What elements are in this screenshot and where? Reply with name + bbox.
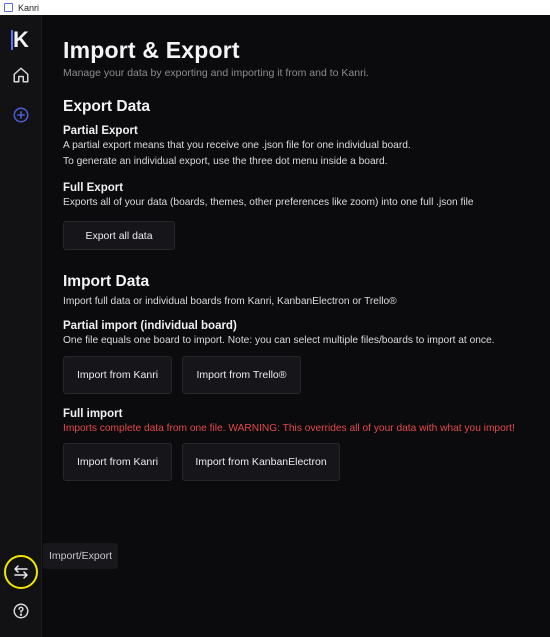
- add-board-button[interactable]: [9, 103, 33, 127]
- app-icon: [4, 3, 13, 12]
- help-icon: [13, 603, 29, 619]
- import-kanbanelectron-button[interactable]: Import from KanbanElectron: [182, 443, 340, 481]
- plus-circle-icon: [13, 107, 29, 123]
- swap-arrows-icon: [14, 565, 28, 579]
- sidebar: K: [0, 15, 42, 637]
- partial-import-desc: One file equals one board to import. Not…: [63, 335, 495, 346]
- full-import-kanri-button[interactable]: Import from Kanri: [63, 443, 172, 481]
- full-export-title: Full Export: [63, 182, 124, 194]
- app-logo[interactable]: K: [9, 27, 33, 53]
- full-import-title: Full import: [63, 408, 123, 420]
- page-title: Import & Export: [63, 37, 240, 63]
- import-trello-button[interactable]: Import from Trello®: [182, 356, 301, 394]
- partial-import-kanri-button[interactable]: Import from Kanri: [63, 356, 172, 394]
- partial-export-title: Partial Export: [63, 125, 138, 137]
- partial-export-desc-2: To generate an individual export, use th…: [63, 156, 388, 167]
- import-section-title: Import Data: [63, 273, 150, 290]
- full-import-warning: Imports complete data from one file. WAR…: [63, 423, 515, 434]
- full-export-desc: Exports all of your data (boards, themes…: [63, 197, 474, 208]
- export-section-title: Export Data: [63, 98, 150, 115]
- partial-import-title: Partial import (individual board): [63, 320, 237, 332]
- import-export-button[interactable]: [9, 560, 33, 584]
- window-titlebar: Kanri: [0, 0, 550, 15]
- import-desc: Import full data or individual boards fr…: [63, 296, 397, 307]
- page-subtitle: Manage your data by exporting and import…: [63, 67, 369, 79]
- partial-export-desc-1: A partial export means that you receive …: [63, 140, 411, 151]
- main-content: Import & Export Manage your data by expo…: [63, 15, 543, 481]
- window-title: Kanri: [18, 2, 40, 13]
- help-button[interactable]: [9, 599, 33, 623]
- import-export-tooltip: Import/Export: [43, 543, 119, 569]
- home-button[interactable]: [9, 63, 33, 87]
- export-all-button[interactable]: Export all data: [63, 221, 175, 250]
- home-icon: [13, 67, 29, 83]
